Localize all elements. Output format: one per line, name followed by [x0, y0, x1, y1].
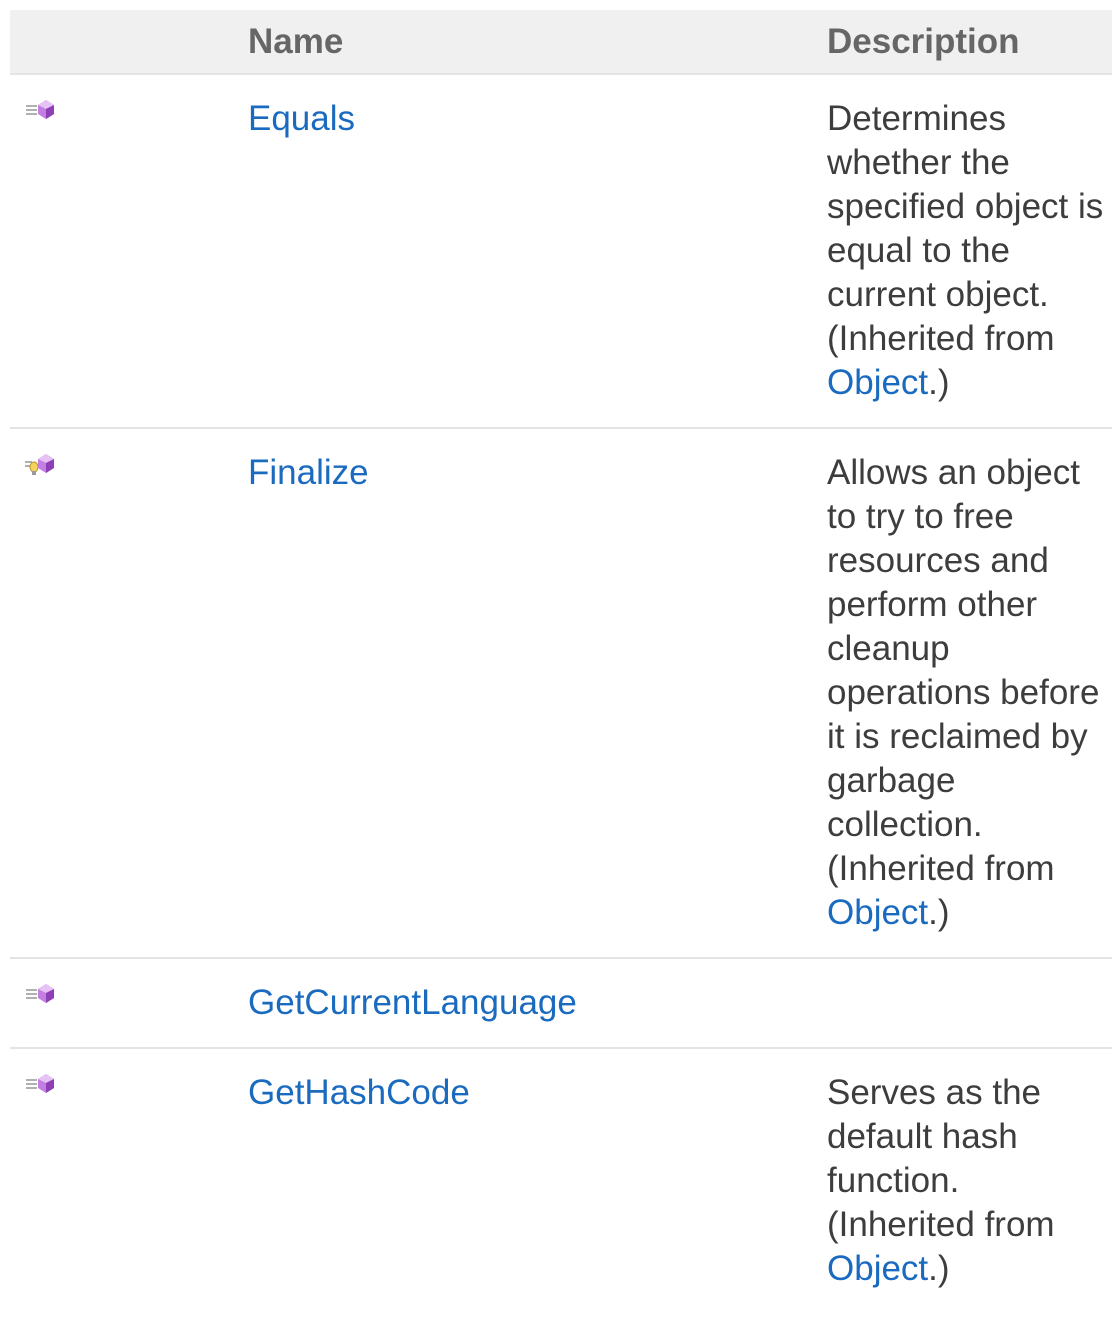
inherited-from-link[interactable]: Object — [827, 1249, 928, 1288]
table-row: GetCurrentLanguage — [10, 958, 1112, 1049]
protected-method-icon — [24, 443, 60, 475]
inherited-suffix: .) — [928, 363, 950, 402]
member-description-cell: Serves as the default hash function. (In… — [817, 1048, 1112, 1313]
header-description-column: Description — [817, 10, 1112, 75]
inherited-prefix: (Inherited from — [827, 849, 1055, 888]
member-description: Serves as the default hash function. — [827, 1073, 1041, 1200]
member-name-cell: Equals — [238, 74, 817, 429]
table-row: Equals Determines whether the specified … — [10, 74, 1112, 429]
member-description-cell: Determines whether the specified object … — [817, 74, 1112, 429]
header-icon-column — [10, 10, 238, 75]
table-header-row: Name Description — [10, 10, 1112, 75]
inherited-from-link[interactable]: Object — [827, 893, 928, 932]
member-icon-cell — [10, 1048, 238, 1313]
table-row: Finalize Allows an object to try to free… — [10, 428, 1112, 959]
member-name-cell: Finalize — [238, 428, 817, 959]
member-link-getcurrentlanguage[interactable]: GetCurrentLanguage — [248, 983, 577, 1022]
member-description: Allows an object to try to free resource… — [827, 453, 1100, 844]
member-description-cell — [817, 958, 1112, 1049]
member-description-cell: Allows an object to try to free resource… — [817, 428, 1112, 959]
public-method-icon — [24, 973, 60, 1003]
member-link-equals[interactable]: Equals — [248, 99, 355, 138]
member-name-cell: GetCurrentLanguage — [238, 958, 817, 1049]
inherited-prefix: (Inherited from — [827, 319, 1055, 358]
member-link-gethashcode[interactable]: GetHashCode — [248, 1073, 470, 1112]
public-method-icon — [24, 1063, 60, 1093]
inherited-suffix: .) — [928, 1249, 950, 1288]
table-row: GetHashCode Serves as the default hash f… — [10, 1048, 1112, 1313]
inherited-suffix: .) — [928, 893, 950, 932]
inherited-prefix: (Inherited from — [827, 1205, 1055, 1244]
member-link-finalize[interactable]: Finalize — [248, 453, 369, 492]
member-icon-cell — [10, 74, 238, 429]
member-name-cell: GetHashCode — [238, 1048, 817, 1313]
member-description: Determines whether the specified object … — [827, 99, 1104, 314]
member-icon-cell — [10, 428, 238, 959]
inherited-from-link[interactable]: Object — [827, 363, 928, 402]
header-name-column: Name — [238, 10, 817, 75]
member-icon-cell — [10, 958, 238, 1049]
members-table: Name Description Equals Determines wheth… — [10, 10, 1112, 1313]
public-method-icon — [24, 89, 60, 119]
